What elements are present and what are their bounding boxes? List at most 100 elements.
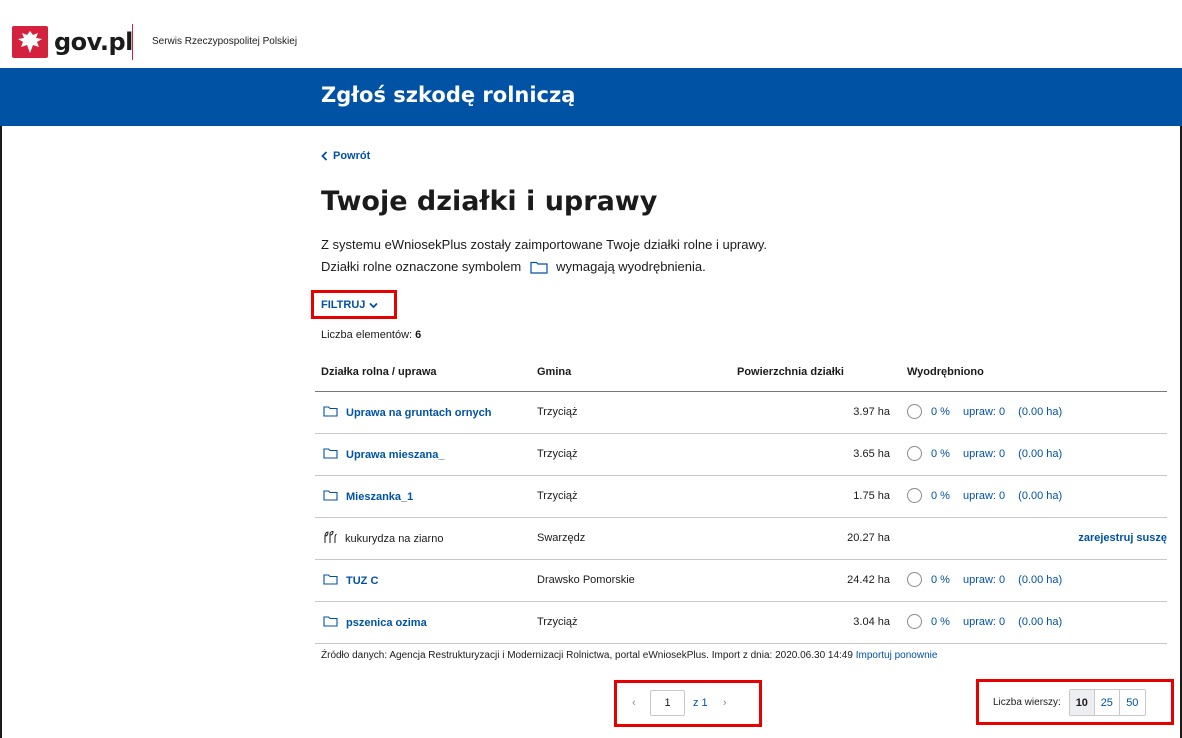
progress-circle-icon [907, 488, 922, 503]
page-number-input[interactable]: 1 [650, 690, 685, 716]
crops-count: upraw: 0 [962, 573, 1006, 586]
description-line-2: Działki rolne oznaczone symbolem wymagaj… [321, 259, 706, 274]
banner-title: Zgłoś szkodę rolniczą [321, 83, 576, 107]
chevron-left-icon [321, 151, 328, 161]
crops-area: (0.00 ha) [1018, 615, 1063, 628]
plot-name[interactable]: Uprawa mieszana_ [346, 449, 444, 461]
gmina-cell: Trzyciąż [537, 448, 578, 460]
header-gmina[interactable]: Gmina [537, 366, 571, 378]
filter-button[interactable]: FILTRUJ [321, 299, 379, 311]
progress-circle-icon [907, 614, 922, 629]
separated-cell: 0 % upraw: 0 (0.00 ha) [907, 572, 1062, 587]
header-plot[interactable]: Działka rolna / uprawa [321, 366, 437, 378]
separated-cell: 0 % upraw: 0 (0.00 ha) [907, 446, 1062, 461]
rows-per-page: Liczba wierszy: 10 25 50 [993, 689, 1146, 716]
plot-name[interactable]: pszenica ozima [346, 617, 427, 629]
element-count: Liczba elementów: 6 [321, 329, 421, 341]
separated-percent: 0 % [931, 405, 950, 418]
separated-cell: 0 % upraw: 0 (0.00 ha) [907, 404, 1062, 419]
crops-count: upraw: 0 [962, 489, 1006, 502]
plot-name-cell: kukurydza na ziarno [323, 530, 444, 547]
register-drought-link[interactable]: zarejestruj suszę [1078, 532, 1167, 544]
eagle-icon [12, 26, 48, 58]
logo-text: gov.pl [54, 28, 133, 56]
plot-name-cell[interactable]: Uprawa mieszana_ [323, 447, 444, 462]
separated-percent: 0 % [931, 573, 950, 586]
page-title: Twoje działki i uprawy [321, 186, 658, 217]
folder-icon [323, 615, 338, 630]
chevron-down-icon [369, 302, 379, 308]
rows-per-page-label: Liczba wierszy: [993, 697, 1061, 708]
area-cell: 24.42 ha [847, 574, 890, 586]
filter-label: FILTRUJ [321, 299, 366, 311]
pagination: ‹ 1 z 1 › [626, 690, 733, 716]
plot-name-cell[interactable]: TUZ C [323, 573, 378, 588]
crops-count: upraw: 0 [962, 405, 1006, 418]
separated-percent: 0 % [931, 615, 950, 628]
gov-logo[interactable]: gov.pl [12, 26, 133, 58]
folder-icon [323, 489, 338, 504]
area-cell: 20.27 ha [847, 532, 890, 544]
crops-area: (0.00 ha) [1018, 489, 1063, 502]
header-separated[interactable]: Wyodrębniono [907, 366, 984, 378]
top-bar: gov.pl Serwis Rzeczypospolitej Polskiej [0, 0, 1182, 68]
table-row: TUZ C Drawsko Pomorskie 24.42 ha 0 % upraw: … [315, 560, 1167, 602]
folder-icon [530, 260, 548, 274]
gmina-cell: Trzyciąż [537, 616, 578, 628]
plot-name-cell[interactable]: pszenica ozima [323, 615, 427, 630]
count-label: Liczba elementów: [321, 329, 413, 341]
area-cell: 1.75 ha [853, 490, 890, 502]
gmina-cell: Swarzędz [537, 532, 586, 544]
progress-circle-icon [907, 404, 922, 419]
header-area[interactable]: Powierzchnia działki [737, 366, 844, 378]
crops-area: (0.00 ha) [1018, 573, 1063, 586]
gmina-cell: Trzyciąż [537, 406, 578, 418]
crops-count: upraw: 0 [962, 615, 1006, 628]
count-value: 6 [415, 329, 422, 341]
plot-name[interactable]: TUZ C [346, 575, 378, 587]
separated-percent: 0 % [931, 447, 950, 460]
crop-icon [323, 530, 337, 547]
reimport-link[interactable]: Importuj ponownie [856, 650, 938, 661]
plot-name-cell[interactable]: Uprawa na gruntach ornych [323, 405, 491, 420]
table-row: pszenica ozima Trzyciąż 3.04 ha 0 % upraw: 0… [315, 602, 1167, 644]
rows-per-page-options: 10 25 50 [1068, 689, 1146, 716]
page-total: z 1 [693, 697, 708, 709]
data-source-note: Źródło danych: Agencja Restrukturyzacji … [321, 650, 937, 661]
crops-area: (0.00 ha) [1018, 447, 1063, 460]
title-banner: Zgłoś szkodę rolniczą [0, 68, 1182, 126]
rows-option-25[interactable]: 25 [1095, 690, 1120, 715]
service-name: Serwis Rzeczypospolitej Polskiej [152, 36, 298, 47]
progress-circle-icon [907, 446, 922, 461]
plot-name-cell[interactable]: Mieszanka_1 [323, 489, 413, 504]
table-row: kukurydza na ziarno Swarzędz 20.27 ha zarej… [315, 518, 1167, 560]
folder-icon [323, 573, 338, 588]
crops-count: upraw: 0 [962, 447, 1006, 460]
separated-percent: 0 % [931, 489, 950, 502]
source-text: Źródło danych: Agencja Restrukturyzacji … [321, 650, 853, 661]
table-row: Uprawa mieszana_ Trzyciąż 3.65 ha 0 % upraw:… [315, 434, 1167, 476]
description-line-1: Z systemu eWniosekPlus zostały zaimporto… [321, 237, 768, 252]
description-after: wymagają wyodrębnienia. [556, 259, 706, 274]
description-before: Działki rolne oznaczone symbolem [321, 259, 522, 274]
next-page-button[interactable]: › [717, 697, 733, 709]
area-cell: 3.04 ha [853, 616, 890, 628]
rows-option-50[interactable]: 50 [1120, 690, 1145, 715]
progress-circle-icon [907, 572, 922, 587]
table-row: Uprawa na gruntach ornych Trzyciąż 3.97 ha… [315, 392, 1167, 434]
area-cell: 3.97 ha [853, 406, 890, 418]
plot-name[interactable]: Uprawa na gruntach ornych [346, 407, 491, 419]
folder-icon [323, 405, 338, 420]
folder-icon [323, 447, 338, 462]
plot-name[interactable]: Mieszanka_1 [346, 491, 413, 503]
separated-cell: 0 % upraw: 0 (0.00 ha) [907, 614, 1062, 629]
table-header: Działka rolna / uprawa Gmina Powierzchni… [321, 366, 1167, 382]
logo-divider [132, 24, 133, 60]
prev-page-button[interactable]: ‹ [626, 697, 642, 709]
crops-area: (0.00 ha) [1018, 405, 1063, 418]
plot-name: kukurydza na ziarno [345, 533, 444, 545]
back-label: Powrót [333, 150, 371, 162]
back-link[interactable]: Powrót [321, 150, 370, 162]
table-row: Mieszanka_1 Trzyciąż 1.75 ha 0 % upraw: 0 (0.… [315, 476, 1167, 518]
rows-option-10[interactable]: 10 [1069, 690, 1095, 715]
